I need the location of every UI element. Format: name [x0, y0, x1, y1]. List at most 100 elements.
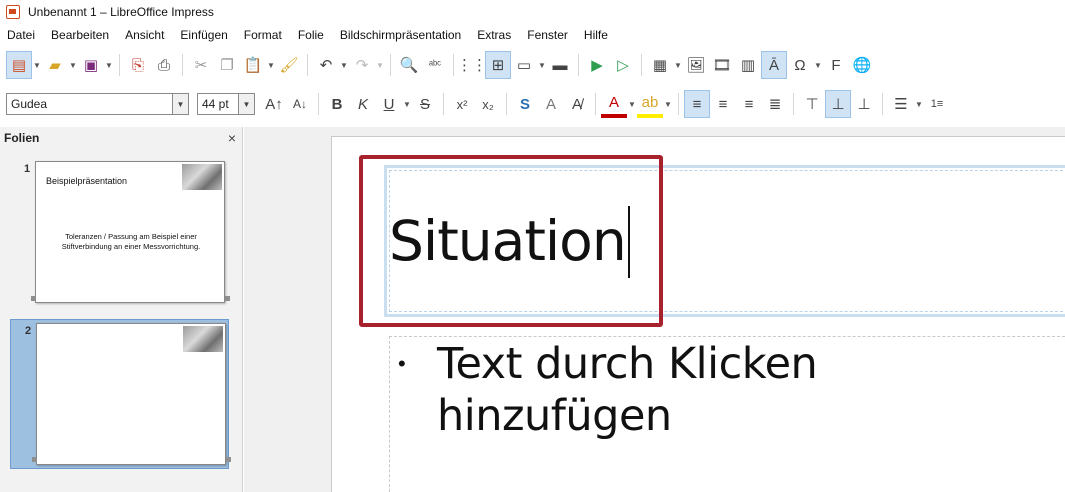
- slide-preview[interactable]: Beispielpräsentation Toleranzen / Passun…: [35, 161, 225, 303]
- corner-marker: [32, 457, 37, 462]
- special-character-icon[interactable]: Ω: [787, 51, 813, 79]
- slide-panel-title: Folien: [4, 131, 40, 145]
- copy-icon[interactable]: ❐: [214, 51, 240, 79]
- hyperlink-icon[interactable]: 🌐: [849, 51, 875, 79]
- close-icon[interactable]: ×: [228, 130, 236, 146]
- window-title: Unbenannt 1 – LibreOffice Impress: [28, 5, 214, 19]
- clear-formatting-icon[interactable]: A̸: [564, 90, 590, 118]
- start-current-slide-icon[interactable]: ▷: [610, 51, 636, 79]
- highlight-annotation-box: [359, 155, 663, 327]
- spellcheck-icon[interactable]: ᵃᵇᶜ: [422, 51, 448, 79]
- slide-thumbnail-2[interactable]: 2: [10, 319, 231, 469]
- menu-bar: Datei Bearbeiten Ansicht Einfügen Format…: [0, 24, 1065, 46]
- table-dropdown-icon[interactable]: ▼: [673, 61, 683, 70]
- export-pdf-icon[interactable]: ⎘: [125, 51, 151, 79]
- textbox-icon[interactable]: Ā: [761, 51, 787, 79]
- new-document-icon[interactable]: ▤: [6, 51, 32, 79]
- menu-fenster[interactable]: Fenster: [527, 28, 568, 42]
- cut-icon[interactable]: ✂: [188, 51, 214, 79]
- table-icon[interactable]: ▦: [647, 51, 673, 79]
- align-bottom-icon[interactable]: ⊥: [851, 90, 877, 118]
- bullets-dropdown-icon[interactable]: ▼: [914, 100, 924, 109]
- underline-icon[interactable]: U: [376, 90, 402, 118]
- undo-icon[interactable]: ↶: [313, 51, 339, 79]
- font-name-box[interactable]: Gudea ▼: [6, 93, 189, 115]
- redo-icon[interactable]: ↷: [349, 51, 375, 79]
- grow-font-icon[interactable]: A↑: [261, 90, 287, 118]
- slide-thumbnail-1[interactable]: 1 Beispielpräsentation Toleranzen / Pass…: [10, 158, 230, 308]
- menu-bildschirmpraesentation[interactable]: Bildschirmpräsentation: [340, 28, 461, 42]
- menu-bearbeiten[interactable]: Bearbeiten: [51, 28, 109, 42]
- bold-icon[interactable]: B: [324, 90, 350, 118]
- font-color-icon[interactable]: A: [601, 90, 627, 118]
- title-bar: Unbenannt 1 – LibreOffice Impress: [0, 0, 1065, 24]
- font-size-dropdown-icon[interactable]: ▼: [238, 94, 254, 114]
- bulleted-list-icon[interactable]: ☰: [888, 90, 914, 118]
- align-vcenter-icon[interactable]: ⊥: [825, 90, 851, 118]
- fontwork-icon[interactable]: F: [823, 51, 849, 79]
- strikethrough-icon[interactable]: S: [412, 90, 438, 118]
- menu-folie[interactable]: Folie: [298, 28, 324, 42]
- slide-preview-body: Toleranzen / Passung am Beispiel einer S…: [61, 232, 201, 251]
- menu-ansicht[interactable]: Ansicht: [125, 28, 164, 42]
- slide-number: 1: [24, 163, 31, 175]
- chart-icon[interactable]: ▥: [735, 51, 761, 79]
- media-icon[interactable]: 🎞: [709, 51, 735, 79]
- special-char-dropdown-icon[interactable]: ▼: [813, 61, 823, 70]
- shadow-icon[interactable]: S: [512, 90, 538, 118]
- paste-dropdown-icon[interactable]: ▼: [266, 61, 276, 70]
- new-dropdown-icon[interactable]: ▼: [32, 61, 42, 70]
- master-slide-icon[interactable]: ▬: [547, 51, 573, 79]
- slide-image-thumbnail: [183, 326, 223, 352]
- helplines-icon[interactable]: ⊞: [485, 51, 511, 79]
- justify-icon[interactable]: ≣: [762, 90, 788, 118]
- grid-icon[interactable]: ⋮⋮: [457, 51, 487, 79]
- slide-image-thumbnail: [182, 164, 222, 190]
- save-dropdown-icon[interactable]: ▼: [104, 61, 114, 70]
- clone-formatting-icon[interactable]: 🖌: [276, 51, 302, 79]
- display-views-icon[interactable]: ▭: [511, 51, 537, 79]
- font-size-box[interactable]: 44 pt ▼: [197, 93, 255, 115]
- font-color-dropdown-icon[interactable]: ▼: [627, 100, 637, 109]
- outline-font-icon[interactable]: A: [538, 90, 564, 118]
- start-first-slide-icon[interactable]: ▶: [584, 51, 610, 79]
- menu-hilfe[interactable]: Hilfe: [584, 28, 608, 42]
- menu-einfuegen[interactable]: Einfügen: [180, 28, 227, 42]
- align-left-icon[interactable]: ≡: [684, 90, 710, 118]
- undo-dropdown-icon[interactable]: ▼: [339, 61, 349, 70]
- italic-icon[interactable]: K: [350, 90, 376, 118]
- align-center-icon[interactable]: ≡: [710, 90, 736, 118]
- align-top-icon[interactable]: ⊤: [799, 90, 825, 118]
- superscript-icon[interactable]: x²: [449, 90, 475, 118]
- save-icon[interactable]: ▣: [78, 51, 104, 79]
- underline-dropdown-icon[interactable]: ▼: [402, 100, 412, 109]
- slide-panel: Folien × 1 Beispielpräsentation Toleranz…: [0, 127, 243, 492]
- menu-format[interactable]: Format: [244, 28, 282, 42]
- corner-marker: [225, 296, 230, 301]
- menu-datei[interactable]: Datei: [7, 28, 35, 42]
- image-icon[interactable]: 🖼: [683, 51, 709, 79]
- content-placeholder-text[interactable]: Text durch Klicken hinzufügen: [437, 338, 1065, 442]
- slide-preview[interactable]: [36, 323, 226, 465]
- open-folder-icon[interactable]: ▰: [42, 51, 68, 79]
- impress-app-icon: [6, 5, 20, 19]
- open-dropdown-icon[interactable]: ▼: [68, 61, 78, 70]
- menu-extras[interactable]: Extras: [477, 28, 511, 42]
- slide-number: 2: [25, 325, 32, 337]
- highlight-color-icon[interactable]: ab: [637, 90, 663, 118]
- numbered-list-icon[interactable]: 1≡: [924, 90, 950, 118]
- font-size-value: 44 pt: [202, 97, 229, 111]
- align-right-icon[interactable]: ≡: [736, 90, 762, 118]
- highlight-dropdown-icon[interactable]: ▼: [663, 100, 673, 109]
- paste-icon[interactable]: 📋: [240, 51, 266, 79]
- print-icon[interactable]: ⎙: [151, 51, 177, 79]
- corner-marker: [31, 296, 36, 301]
- slide-panel-header: Folien ×: [0, 127, 242, 149]
- font-name-dropdown-icon[interactable]: ▼: [172, 94, 188, 114]
- redo-dropdown-icon[interactable]: ▼: [375, 61, 385, 70]
- find-replace-icon[interactable]: 🔍: [396, 51, 422, 79]
- views-dropdown-icon[interactable]: ▼: [537, 61, 547, 70]
- shrink-font-icon[interactable]: A↓: [287, 90, 313, 118]
- subscript-icon[interactable]: x₂: [475, 90, 501, 118]
- slide-preview-title: Beispielpräsentation: [46, 176, 128, 186]
